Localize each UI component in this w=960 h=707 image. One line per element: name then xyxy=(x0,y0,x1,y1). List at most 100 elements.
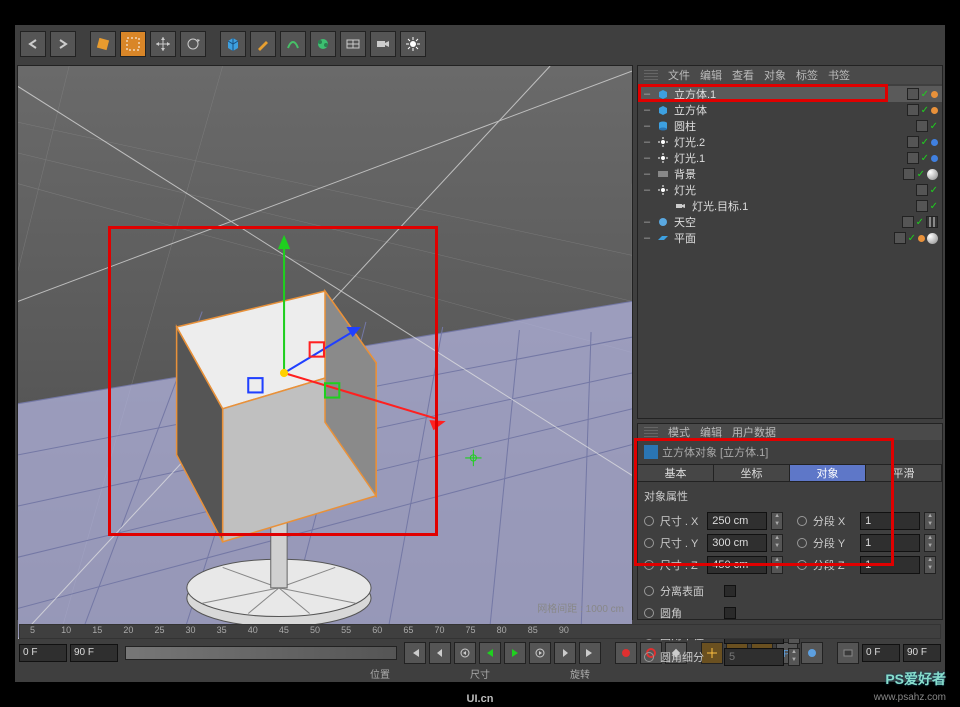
size-input[interactable] xyxy=(707,556,767,574)
property-row: 分离表面 xyxy=(644,580,936,602)
spinner[interactable]: ▲▼ xyxy=(771,512,783,530)
light-icon xyxy=(656,151,670,165)
live-select-icon[interactable] xyxy=(90,31,116,57)
cube-icon xyxy=(644,445,658,459)
tree-item[interactable]: –圆柱✓ xyxy=(638,118,942,134)
viewport-status: 网格间距 : 1000 cm xyxy=(537,600,624,615)
tree-item[interactable]: –平面✓ xyxy=(638,230,942,246)
timeline-scrubber[interactable] xyxy=(125,646,397,660)
menu-edit[interactable]: 编辑 xyxy=(700,67,722,83)
anim-dot-icon[interactable] xyxy=(797,516,807,526)
menu-object[interactable]: 对象 xyxy=(764,67,786,83)
cube-primitive-icon[interactable] xyxy=(220,31,246,57)
checkbox[interactable] xyxy=(724,585,736,597)
deformer-icon[interactable] xyxy=(310,31,336,57)
tree-item[interactable]: –天空✓ xyxy=(638,214,942,230)
watermark-brand: PS爱好者 xyxy=(885,669,946,689)
property-row: 尺寸 . X▲▼分段 X▲▼ xyxy=(644,510,936,532)
ruler-tick: 40 xyxy=(248,625,258,635)
spinner[interactable]: ▲▼ xyxy=(924,512,936,530)
spinner[interactable]: ▲▼ xyxy=(771,556,783,574)
nurbs-icon[interactable] xyxy=(280,31,306,57)
anim-dot-icon[interactable] xyxy=(644,652,654,662)
scene-icon[interactable] xyxy=(340,31,366,57)
segments-input[interactable] xyxy=(860,534,920,552)
timeline-current-field[interactable] xyxy=(70,644,118,662)
segments-input[interactable] xyxy=(860,512,920,530)
rect-select-icon[interactable] xyxy=(120,31,146,57)
tab-phong[interactable]: 平滑 xyxy=(866,465,942,481)
goto-end-icon[interactable] xyxy=(579,642,601,664)
play-forward-icon[interactable] xyxy=(504,642,526,664)
grip-icon[interactable] xyxy=(644,427,658,437)
ruler-tick: 55 xyxy=(341,625,351,635)
prop-label: 分离表面 xyxy=(660,583,720,599)
property-row: 圆角细分▲▼ xyxy=(644,646,936,668)
attr-menu-userdata[interactable]: 用户数据 xyxy=(732,424,776,440)
spinner[interactable]: ▲▼ xyxy=(924,534,936,552)
object-tree[interactable]: –立方体.1✓–立方体✓–圆柱✓–灯光.2✓–灯光.1✓–背景✓–灯光✓灯光.目… xyxy=(638,84,942,248)
menu-view[interactable]: 查看 xyxy=(732,67,754,83)
tree-item[interactable]: –立方体✓ xyxy=(638,102,942,118)
attribute-manager-menu: 模式 编辑 用户数据 xyxy=(638,424,942,440)
menu-tags[interactable]: 标签 xyxy=(796,67,818,83)
tree-item-label: 背景 xyxy=(674,166,899,182)
next-key-icon[interactable] xyxy=(554,642,576,664)
record-icon[interactable] xyxy=(615,642,637,664)
ruler-tick: 85 xyxy=(528,625,538,635)
timeline-ruler[interactable]: 51015202530354045505560657075808590 xyxy=(19,624,941,639)
anim-dot-icon[interactable] xyxy=(644,586,654,596)
camera-icon[interactable] xyxy=(370,31,396,57)
light-icon[interactable] xyxy=(400,31,426,57)
grip-icon[interactable] xyxy=(644,70,658,80)
next-frame-icon[interactable] xyxy=(529,642,551,664)
tab-basic[interactable]: 基本 xyxy=(638,465,714,481)
play-back-icon[interactable] xyxy=(479,642,501,664)
watermark-url: www.psahz.com xyxy=(874,692,946,703)
ruler-tick: 70 xyxy=(434,625,444,635)
anim-dot-icon[interactable] xyxy=(797,538,807,548)
checkbox[interactable] xyxy=(724,607,736,619)
rotate-tool-icon[interactable] xyxy=(180,31,206,57)
attr-menu-mode[interactable]: 模式 xyxy=(668,424,690,440)
tab-coord[interactable]: 坐标 xyxy=(714,465,790,481)
size-input[interactable] xyxy=(707,512,767,530)
spinner: ▲▼ xyxy=(788,648,800,666)
anim-dot-icon[interactable] xyxy=(644,538,654,548)
prop-label: 分段 Z xyxy=(813,557,856,573)
tab-object[interactable]: 对象 xyxy=(790,465,866,481)
tree-item[interactable]: –灯光.2✓ xyxy=(638,134,942,150)
undo-icon[interactable] xyxy=(20,31,46,57)
anim-dot-icon[interactable] xyxy=(644,516,654,526)
pen-tool-icon[interactable] xyxy=(250,31,276,57)
object-manager: 文件 编辑 查看 对象 标签 书签 –立方体.1✓–立方体✓–圆柱✓–灯光.2✓… xyxy=(637,65,943,419)
property-row: 尺寸 . Z▲▼分段 Z▲▼ xyxy=(644,554,936,576)
ruler-tick: 75 xyxy=(466,625,476,635)
spinner[interactable]: ▲▼ xyxy=(771,534,783,552)
prev-frame-icon[interactable] xyxy=(454,642,476,664)
anim-dot-icon[interactable] xyxy=(797,560,807,570)
move-tool-icon[interactable] xyxy=(150,31,176,57)
anim-dot-icon[interactable] xyxy=(644,608,654,618)
attr-menu-edit[interactable]: 编辑 xyxy=(700,424,722,440)
property-row: 尺寸 . Y▲▼分段 Y▲▼ xyxy=(644,532,936,554)
redo-icon[interactable] xyxy=(50,31,76,57)
tree-item[interactable]: –灯光✓ xyxy=(638,182,942,198)
spinner[interactable]: ▲▼ xyxy=(924,556,936,574)
tree-item[interactable]: 灯光.目标.1✓ xyxy=(638,198,942,214)
menu-bookmarks[interactable]: 书签 xyxy=(828,67,850,83)
tree-item[interactable]: –灯光.1✓ xyxy=(638,150,942,166)
size-input[interactable] xyxy=(707,534,767,552)
prev-key-icon[interactable] xyxy=(429,642,451,664)
viewport[interactable]: 网格间距 : 1000 cm xyxy=(17,65,633,620)
tree-item-label: 灯光.目标.1 xyxy=(692,198,912,214)
timeline-start-field[interactable] xyxy=(19,644,67,662)
segments-input[interactable] xyxy=(860,556,920,574)
menu-file[interactable]: 文件 xyxy=(668,67,690,83)
section-title: 对象属性 xyxy=(644,488,936,504)
goto-start-icon[interactable] xyxy=(404,642,426,664)
tree-item[interactable]: –背景✓ xyxy=(638,166,942,182)
anim-dot-icon[interactable] xyxy=(644,560,654,570)
bg-icon xyxy=(656,167,670,181)
tree-item[interactable]: –立方体.1✓ xyxy=(638,86,942,102)
